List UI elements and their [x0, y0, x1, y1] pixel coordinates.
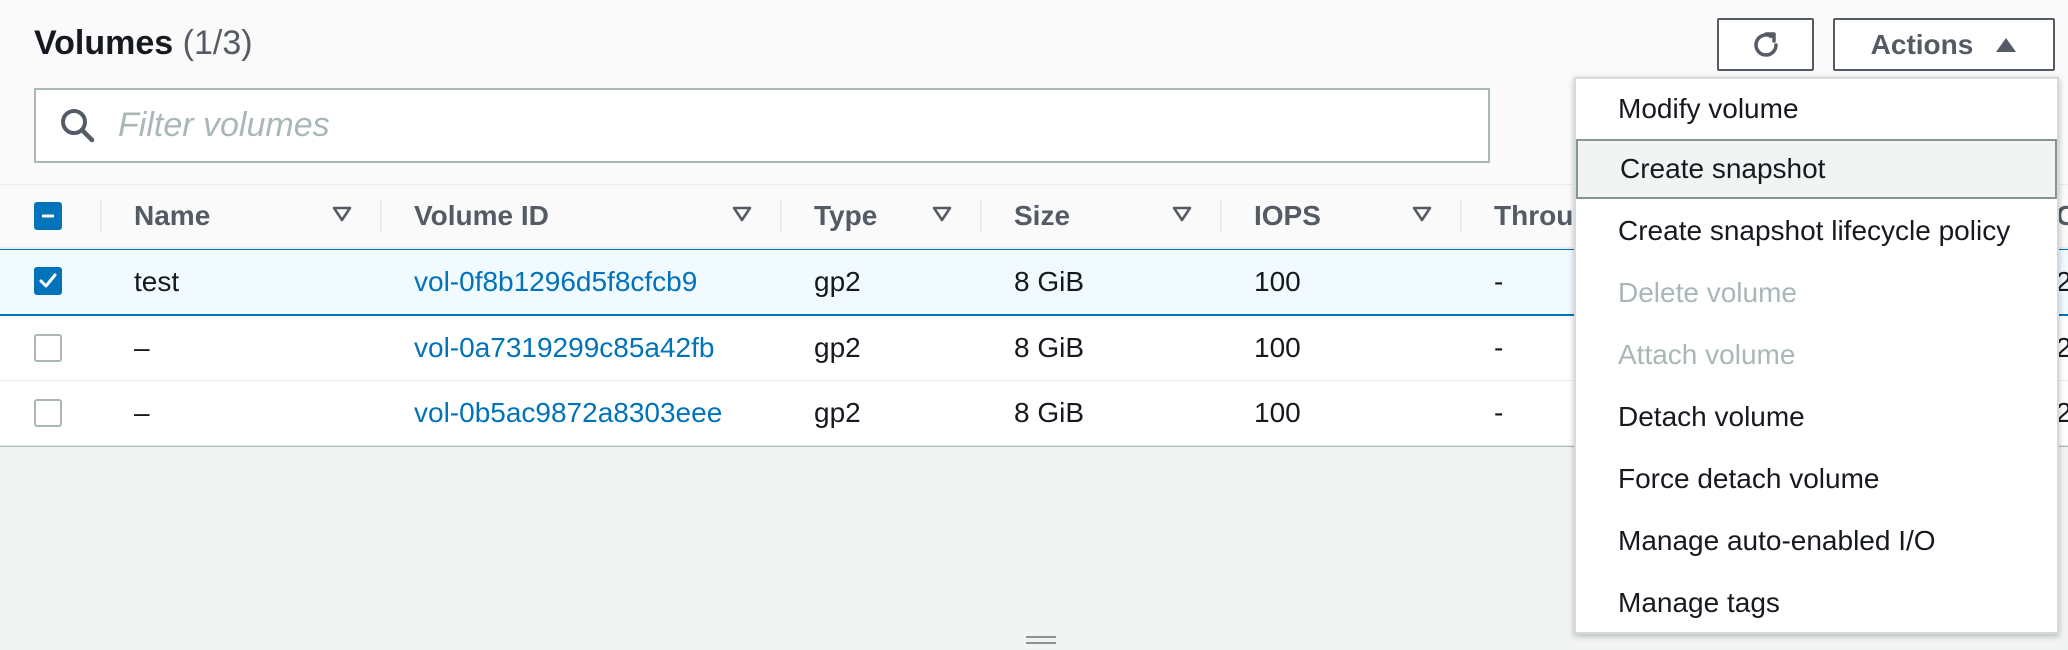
sort-icon[interactable] — [1412, 205, 1432, 223]
cell-throughput: - — [1494, 266, 1504, 297]
actions-button[interactable]: Actions — [1833, 18, 2055, 71]
menu-item-delete-volume: Delete volume — [1618, 277, 1797, 308]
selection-count: (1/3) — [182, 24, 253, 62]
cell-size: 8 GiB — [1014, 397, 1085, 428]
column-header-iops[interactable]: IOPS — [1254, 185, 1321, 247]
column-header-name[interactable]: Name — [134, 185, 210, 247]
panel-resize-handle[interactable] — [1026, 636, 1056, 648]
sort-icon[interactable] — [332, 205, 352, 223]
cell-type: gp2 — [814, 332, 861, 363]
actions-dropdown-menu: Modify volume Create snapshot Create sna… — [1574, 77, 2059, 634]
actions-button-label: Actions — [1870, 28, 1974, 60]
column-divider — [780, 199, 782, 233]
page-title-text: Volumes — [34, 24, 174, 62]
menu-item-force-detach-volume[interactable]: Force detach volume — [1576, 449, 2057, 509]
cell-volume-id: vol-0f8b1296d5f8cfcb9 — [414, 250, 697, 314]
menu-item-attach-volume: Attach volume — [1618, 339, 1796, 370]
indeterminate-icon — [42, 214, 54, 218]
search-icon — [58, 106, 98, 146]
cell-name: – — [134, 397, 150, 428]
cell-iops: 100 — [1254, 332, 1301, 363]
cell-size: 8 GiB — [1014, 332, 1085, 363]
cell-iops: 100 — [1254, 397, 1301, 428]
cell-type: gp2 — [814, 266, 861, 297]
caret-up-icon — [1996, 37, 2017, 52]
menu-item-create-snapshot-lifecycle-policy[interactable]: Create snapshot lifecycle policy — [1576, 201, 2057, 261]
column-header-throughput[interactable]: Throu — [1494, 185, 1573, 247]
column-header-size[interactable]: Size — [1014, 185, 1070, 247]
menu-item-manage-auto-enabled-io[interactable]: Manage auto-enabled I/O — [1576, 511, 2057, 571]
cell-size: 8 GiB — [1014, 266, 1085, 297]
cell-throughput: - — [1494, 397, 1504, 428]
cell-name: test — [134, 266, 180, 297]
cell-name: – — [134, 332, 150, 363]
volume-id-link[interactable]: vol-0b5ac9872a8303eee — [414, 397, 722, 429]
refresh-icon — [1753, 31, 1778, 57]
volume-id-link[interactable]: vol-0a7319299c85a42fb — [414, 332, 714, 364]
sort-icon[interactable] — [932, 205, 952, 223]
select-all-checkbox[interactable] — [34, 202, 62, 230]
cell-volume-id: vol-0b5ac9872a8303eee — [414, 381, 722, 445]
column-divider — [980, 199, 982, 233]
cell-type: gp2 — [814, 397, 861, 428]
menu-item-create-snapshot[interactable]: Create snapshot — [1576, 139, 2057, 199]
search-input[interactable] — [98, 94, 1488, 157]
menu-item-manage-tags[interactable]: Manage tags — [1576, 573, 2057, 633]
menu-item-modify-volume[interactable]: Modify volume — [1576, 79, 2057, 139]
cell-volume-id: vol-0a7319299c85a42fb — [414, 316, 714, 380]
checkmark-icon — [39, 273, 57, 288]
column-divider — [1220, 199, 1222, 233]
menu-item-detach-volume[interactable]: Detach volume — [1576, 387, 2057, 447]
sort-icon[interactable] — [1172, 205, 1192, 223]
cell-throughput: - — [1494, 332, 1504, 363]
resize-grip-line — [1026, 636, 1056, 638]
cell-iops: 100 — [1254, 266, 1301, 297]
column-header-type[interactable]: Type — [814, 185, 877, 247]
column-header-volume-id[interactable]: Volume ID — [414, 185, 549, 247]
column-divider — [380, 199, 382, 233]
column-divider — [1460, 199, 1462, 233]
row-checkbox[interactable] — [34, 399, 62, 427]
row-checkbox[interactable] — [34, 267, 62, 295]
page-title: Volumes (1/3) — [34, 24, 253, 63]
row-checkbox[interactable] — [34, 334, 62, 362]
sort-icon[interactable] — [732, 205, 752, 223]
search-box — [34, 88, 1490, 163]
volume-id-link[interactable]: vol-0f8b1296d5f8cfcb9 — [414, 266, 697, 298]
resize-grip-line — [1026, 642, 1056, 644]
refresh-button[interactable] — [1717, 18, 1814, 71]
column-divider — [100, 199, 102, 233]
